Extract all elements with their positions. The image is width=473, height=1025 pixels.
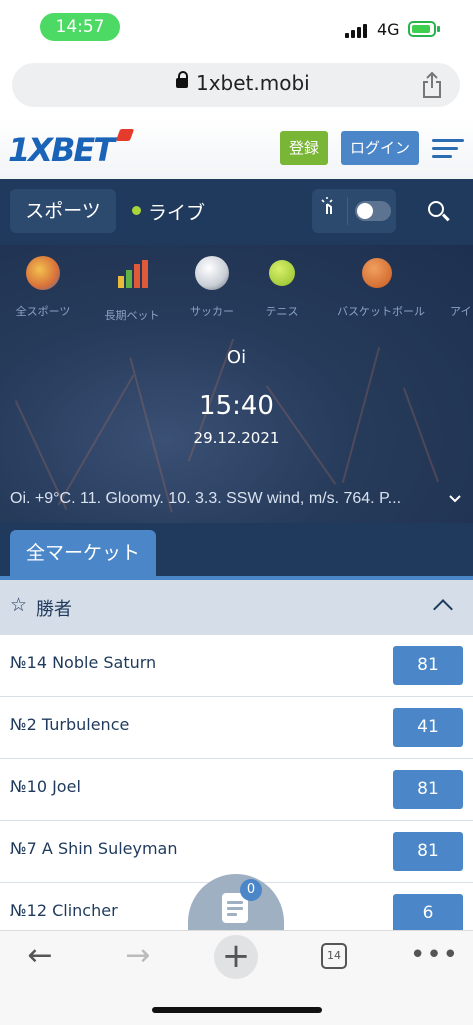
login-button[interactable]: ログイン — [341, 131, 419, 165]
runner-name: №14 Noble Saturn — [10, 653, 157, 672]
market-group-title: 勝者 — [36, 599, 72, 620]
more-icon[interactable]: ••• — [410, 942, 459, 968]
status-time: 14:57 — [40, 13, 120, 41]
battery-icon — [408, 21, 436, 37]
tab-live[interactable]: ライブ — [148, 198, 205, 225]
table-row: №2 Turbulence 41 — [0, 697, 473, 759]
event-name: Oi — [226, 347, 247, 368]
odd-button[interactable]: 6 — [393, 894, 463, 933]
category-ice-hockey[interactable]: アイ — [440, 256, 473, 319]
odd-button[interactable]: 81 — [393, 832, 463, 871]
tap-icon[interactable] — [318, 196, 340, 218]
tab-sports[interactable]: スポーツ — [10, 189, 116, 233]
runner-name: №12 Clincher — [10, 901, 118, 920]
star-icon[interactable]: ☆ — [10, 594, 27, 616]
table-row: №10 Joel 81 — [0, 759, 473, 821]
category-long-term[interactable]: 長期ベット — [92, 256, 172, 323]
signal-icon — [345, 22, 371, 38]
back-arrow-icon[interactable]: ← — [22, 941, 58, 971]
category-label: バスケットボール — [337, 305, 425, 318]
category-label: サッカー — [190, 305, 234, 318]
event-time: 15:40 — [199, 391, 274, 421]
category-soccer[interactable]: サッカー — [172, 256, 252, 319]
chevron-down-icon[interactable] — [449, 493, 461, 505]
network-label: 4G — [377, 20, 400, 39]
live-dot-icon — [132, 206, 141, 215]
category-all-sports[interactable]: 全スポーツ — [3, 256, 83, 319]
category-label: テニス — [265, 305, 299, 318]
category-label: 全スポーツ — [15, 305, 71, 318]
share-icon[interactable] — [420, 71, 444, 99]
category-label: 長期ベット — [104, 309, 160, 322]
event-date: 29.12.2021 — [193, 429, 280, 447]
url-text[interactable]: 1xbet.mobi — [196, 71, 310, 95]
tabs-count-button[interactable]: 14 — [321, 943, 347, 969]
new-tab-button[interactable]: + — [214, 935, 258, 979]
category-basketball[interactable]: バスケットボール — [337, 256, 425, 319]
tab-all-markets[interactable]: 全マーケット — [10, 530, 156, 576]
category-label: アイ — [450, 305, 472, 318]
category-tennis[interactable]: テニス — [242, 256, 322, 319]
odd-button[interactable]: 41 — [393, 708, 463, 747]
menu-icon[interactable] — [432, 139, 464, 159]
odd-button[interactable]: 81 — [393, 770, 463, 809]
toggle-divider — [347, 197, 348, 225]
tennis-ball-icon — [269, 260, 295, 286]
register-button[interactable]: 登録 — [280, 131, 328, 165]
runner-name: №2 Turbulence — [10, 715, 130, 734]
lock-icon — [176, 71, 188, 88]
odd-button[interactable]: 81 — [393, 646, 463, 685]
basketball-icon — [362, 258, 392, 288]
search-icon[interactable] — [428, 201, 444, 217]
site-logo[interactable]: 1XBET — [8, 131, 115, 169]
home-indicator — [152, 1007, 322, 1013]
table-row: №14 Noble Saturn 81 — [0, 635, 473, 697]
soccer-ball-icon — [195, 256, 229, 290]
runner-name: №7 A Shin Suleyman — [10, 839, 178, 858]
weather-info[interactable]: Oi. +9°C. 11. Gloomy. 10. 3.3. SSW wind,… — [10, 490, 440, 508]
bet-slip-count-badge: 0 — [240, 879, 262, 901]
forward-arrow-icon[interactable]: → — [120, 941, 156, 971]
runner-name: №10 Joel — [10, 777, 81, 796]
all-sports-icon — [26, 256, 60, 290]
battery-tip — [437, 26, 440, 32]
view-switch[interactable] — [355, 201, 391, 221]
bar-chart-icon — [118, 260, 148, 288]
